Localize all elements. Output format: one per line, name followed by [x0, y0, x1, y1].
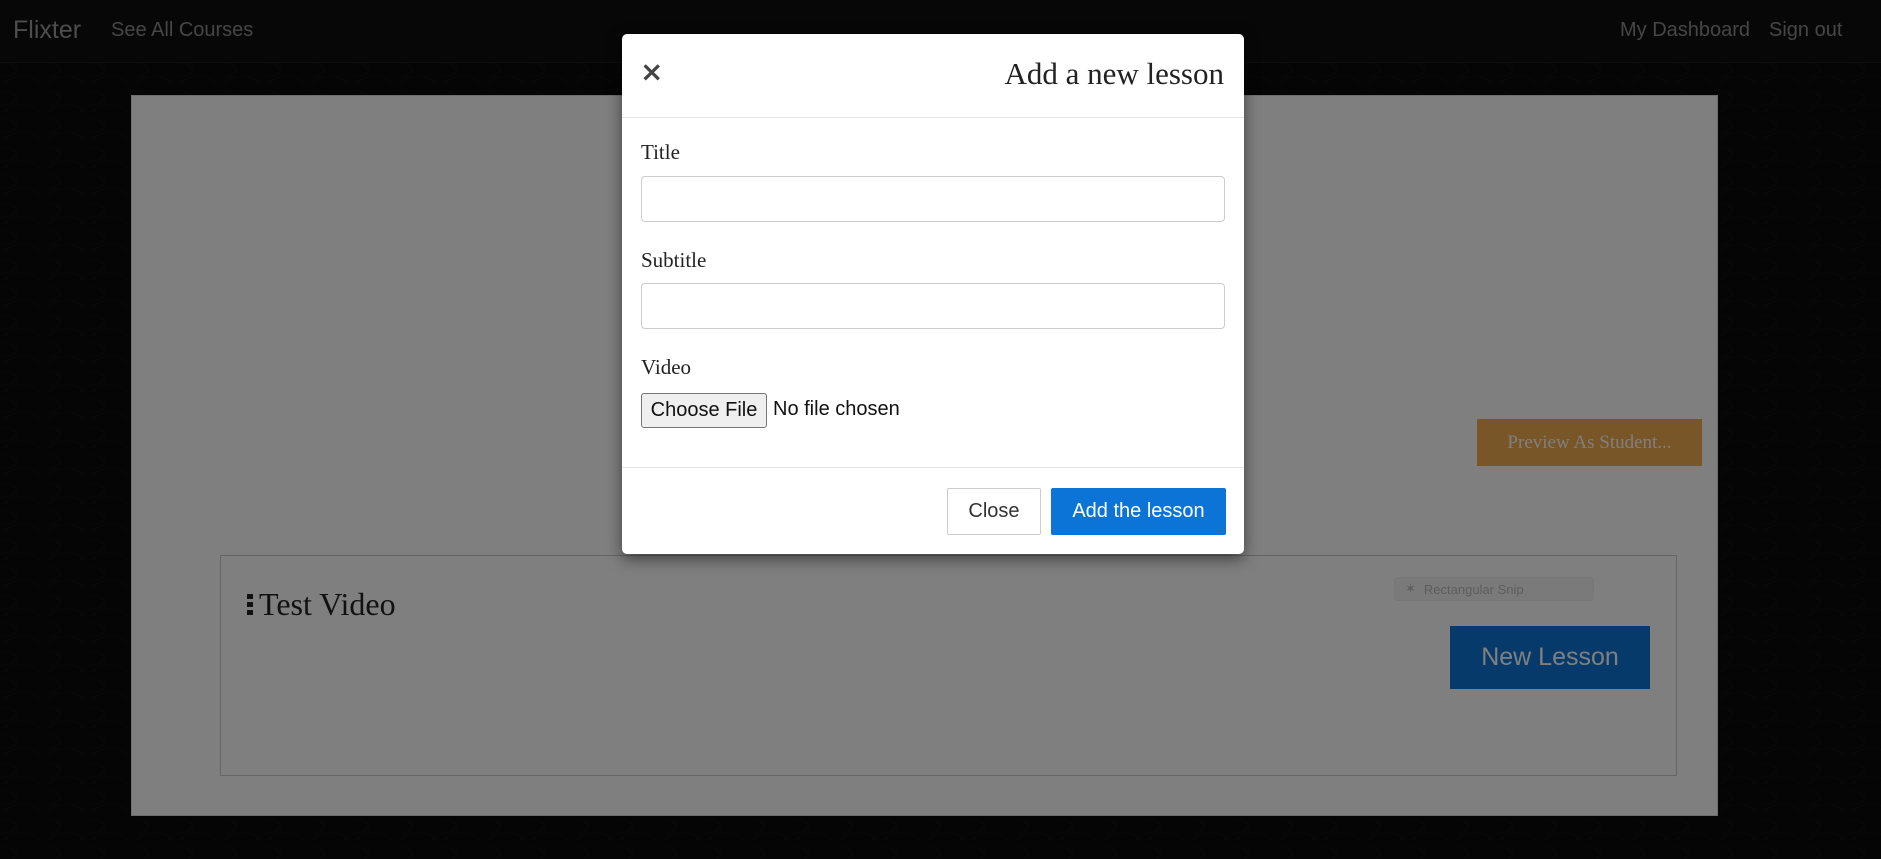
choose-file-button[interactable]: Choose File: [641, 393, 767, 428]
modal-title: Add a new lesson: [1004, 56, 1224, 91]
close-icon[interactable]: ×: [640, 58, 663, 86]
subtitle-input[interactable]: [641, 283, 1225, 329]
video-label: Video: [641, 355, 692, 379]
modal-header: × Add a new lesson: [622, 34, 1244, 118]
close-button[interactable]: Close: [947, 488, 1041, 535]
title-label: Title: [641, 140, 680, 164]
add-lesson-modal: × Add a new lesson Title Subtitle Video …: [622, 34, 1244, 554]
title-input[interactable]: [641, 176, 1225, 222]
add-lesson-submit-button[interactable]: Add the lesson: [1051, 488, 1226, 535]
file-status-text: No file chosen: [773, 398, 900, 420]
subtitle-label: Subtitle: [641, 248, 707, 272]
